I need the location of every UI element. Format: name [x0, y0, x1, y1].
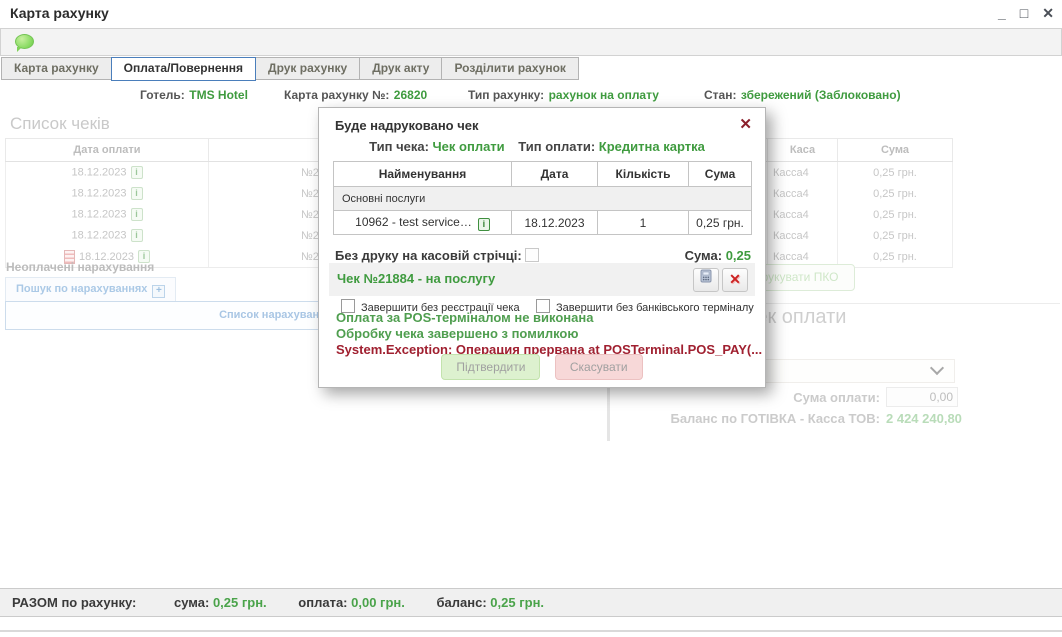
plus-box-icon: +	[152, 285, 165, 298]
pos-terminal-button[interactable]	[693, 268, 719, 292]
unpaid-section-title: Неоплачені нарахування	[6, 260, 154, 274]
close-icon[interactable]: ✕	[739, 115, 752, 133]
hotel-info: Готель: TMS Hotel	[140, 86, 248, 104]
table-row[interactable]: 10962 - test service…i 18.12.2023 1 0,25…	[334, 211, 752, 235]
account-type-info: Тип рахунку: рахунок на оплату	[468, 86, 659, 104]
payment-sum-label: Сума оплати:	[596, 390, 880, 405]
delete-check-button[interactable]: ✕	[722, 268, 748, 292]
info-icon[interactable]: i	[131, 187, 143, 200]
balance-label: Баланс по ГОТІВКА - Касса ТОВ:	[496, 411, 880, 426]
no-print-checkbox[interactable]	[525, 248, 539, 262]
balance-value: 2 424 240,80	[886, 411, 962, 426]
col-header-kasa: Каса	[768, 139, 838, 162]
totals-bar: РАЗОМ по рахунку: сума: 0,25 грн. оплата…	[0, 588, 1062, 617]
tab-druk-aktu[interactable]: Друк акту	[359, 57, 442, 80]
check-status-bar: Чек №21884 - на послугу ✕	[329, 263, 755, 296]
maximize-icon[interactable]: □	[1020, 3, 1028, 23]
info-icon[interactable]: i	[478, 218, 490, 231]
check-items-table: Найменування Дата Кількість Сума Основні…	[333, 161, 752, 235]
dialog-title: Буде надруковано чек	[335, 118, 479, 133]
group-row: Основні послуги	[334, 187, 752, 211]
chat-bubble-icon[interactable]	[15, 34, 34, 49]
card-number-info: Карта рахунку №: 26820	[284, 86, 427, 104]
dialog-buttons: Підтвердити Скасувати	[319, 354, 765, 380]
totals-balans: 0,25 грн.	[490, 595, 544, 610]
tab-druk-rahunku[interactable]: Друк рахунку	[255, 57, 360, 80]
payment-sum-input[interactable]	[886, 387, 958, 407]
totals-label: РАЗОМ по рахунку:	[12, 595, 136, 610]
tab-karta-rahunku[interactable]: Карта рахунку	[1, 57, 112, 80]
check-sum: Сума: 0,25	[685, 248, 751, 263]
col-header-date: Дата оплати	[6, 139, 209, 162]
info-icon[interactable]: i	[131, 166, 143, 179]
window: Карта рахунку _ □ ✕ Карта рахунку Оплата…	[0, 0, 1062, 637]
tab-rozdility-rahunok[interactable]: Розділити рахунок	[441, 57, 578, 80]
titlebar: Карта рахунку _ □ ✕	[0, 0, 1062, 27]
check-number-label: Чек №21884 - на послугу	[337, 271, 495, 286]
status-message-1: Оплата за POS-терміналом не виконана	[336, 310, 593, 325]
chevron-down-icon	[930, 361, 944, 375]
totals-suma: 0,25 грн.	[213, 595, 267, 610]
checks-section-title: Список чеків	[10, 114, 110, 134]
status-message-2: Обробку чека завершено з помилкою	[336, 326, 578, 341]
check-type-line: Тип чека: Чек оплати Тип оплати: Кредитн…	[319, 139, 765, 154]
print-check-dialog: Буде надруковано чек ✕ Тип чека: Чек опл…	[318, 107, 766, 388]
col-header-suma: Сума	[838, 139, 953, 162]
tab-bar: Карта рахунку Оплата/Повернення Друк рах…	[2, 57, 579, 81]
no-print-label: Без друку на касовій стрічці:	[335, 248, 539, 263]
minimize-icon[interactable]: _	[998, 3, 1006, 23]
tab-oplata-povernennya[interactable]: Оплата/Повернення	[111, 57, 256, 81]
confirm-button[interactable]: Підтвердити	[441, 354, 540, 380]
toolbar	[0, 28, 1062, 56]
window-title: Карта рахунку	[10, 5, 109, 21]
delete-x-icon: ✕	[729, 271, 741, 287]
cancel-button[interactable]: Скасувати	[555, 354, 643, 380]
info-icon[interactable]: i	[131, 208, 143, 221]
window-bottom-border	[0, 630, 1062, 632]
tab-search-accruals[interactable]: Пошук по нарахуваннях+	[5, 277, 176, 301]
state-info: Стан: збережений (Заблоковано)	[704, 86, 901, 104]
close-icon[interactable]: ✕	[1042, 3, 1054, 23]
totals-oplata: 0,00 грн.	[351, 595, 405, 610]
info-icon[interactable]: i	[131, 229, 143, 242]
calculator-icon	[699, 269, 713, 283]
